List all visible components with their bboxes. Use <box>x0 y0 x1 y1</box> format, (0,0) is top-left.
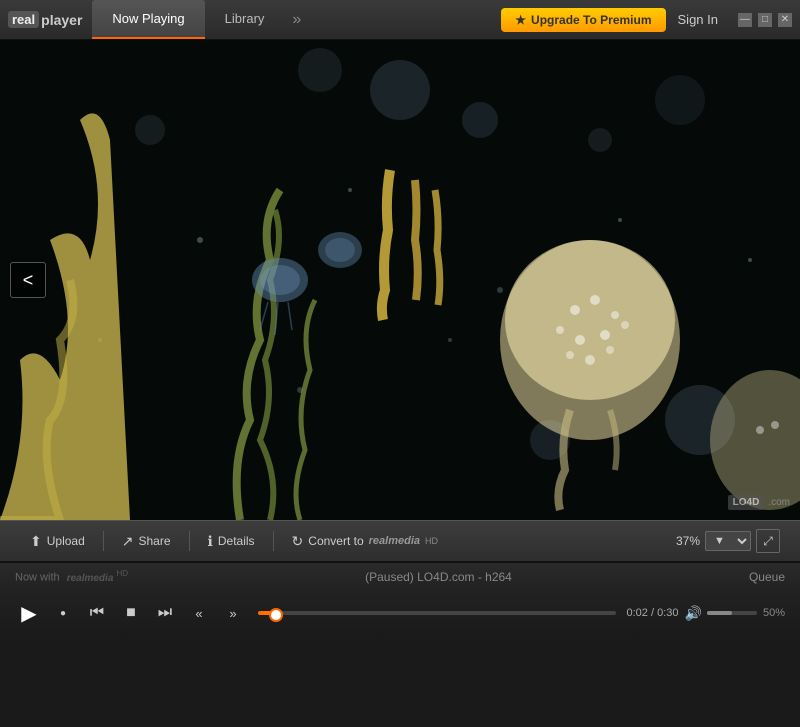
quality-percent: 37% <box>676 534 700 548</box>
details-button[interactable]: Details <box>198 529 265 554</box>
window-controls: — □ ✕ <box>738 13 792 27</box>
app-logo: real player <box>8 11 82 28</box>
details-label: Details <box>218 534 255 548</box>
upgrade-star: ★ <box>515 13 526 27</box>
convert-label: Convert to <box>308 534 363 548</box>
upload-label: Upload <box>47 534 85 548</box>
playlist-button[interactable]: ● <box>49 599 77 627</box>
nav-tabs: Now Playing Library <box>92 0 284 39</box>
quality-dropdown[interactable]: ▼ HD SD <box>705 531 751 551</box>
stop-button[interactable]: ■ <box>117 599 145 627</box>
watermark-text: .com <box>768 497 790 508</box>
upload-button[interactable]: Upload <box>20 529 95 554</box>
video-player[interactable]: < LO4D .com <box>0 40 800 520</box>
queue-button[interactable]: Queue <box>749 570 785 584</box>
quality-badge: 37% <box>676 534 700 548</box>
realmedia-status-label: realmedia <box>67 573 114 584</box>
convert-button[interactable]: Convert to realmedia HD <box>282 529 448 554</box>
logo-bracket-text: real <box>12 12 35 27</box>
time-display: 0:02 / 0:30 <box>627 607 679 619</box>
action-separator <box>103 531 104 551</box>
details-icon <box>208 533 213 550</box>
next-button[interactable]: ⏭ <box>151 599 179 627</box>
logo-text: player <box>41 12 82 28</box>
action-separator-2 <box>189 531 190 551</box>
upgrade-button[interactable]: ★ Upgrade To Premium <box>501 8 665 32</box>
controls-bar: ▶ ● ⏮ ■ ⏭ « » 0:02 / 0:30 🔊 50% <box>0 590 800 636</box>
volume-fill <box>707 611 732 615</box>
hd-convert-badge: HD <box>425 536 438 546</box>
share-label: Share <box>139 534 171 548</box>
lo4d-logo-badge: LO4D <box>728 495 765 510</box>
forward-button[interactable]: » <box>219 599 247 627</box>
convert-icon <box>292 533 304 550</box>
progress-container <box>258 611 616 615</box>
upload-icon <box>30 533 42 550</box>
action-bar: Upload Share Details Convert to realmedi… <box>0 520 800 562</box>
status-bar: Now with realmedia HD (Paused) LO4D.com … <box>0 562 800 590</box>
progress-fill <box>258 611 279 615</box>
volume-percent: 50% <box>763 607 785 619</box>
volume-section: 🔊 <box>685 605 757 622</box>
play-button[interactable]: ▶ <box>15 599 43 627</box>
action-separator-3 <box>273 531 274 551</box>
title-bar: real player Now Playing Library » ★ Upgr… <box>0 0 800 40</box>
tab-now-playing[interactable]: Now Playing <box>92 0 204 39</box>
nav-more-arrow[interactable]: » <box>284 11 309 29</box>
close-button[interactable]: ✕ <box>778 13 792 27</box>
now-with-label: Now with realmedia HD <box>15 569 128 584</box>
watermark: LO4D .com <box>728 495 790 510</box>
minimize-button[interactable]: — <box>738 13 752 27</box>
share-button[interactable]: Share <box>112 529 181 554</box>
volume-icon[interactable]: 🔊 <box>685 605 702 622</box>
tab-library[interactable]: Library <box>205 0 285 39</box>
progress-track[interactable] <box>258 611 616 615</box>
maximize-button[interactable]: □ <box>758 13 772 27</box>
sign-in-button[interactable]: Sign In <box>678 12 718 27</box>
previous-button[interactable]: ⏮ <box>83 599 111 627</box>
volume-track[interactable] <box>707 611 757 615</box>
rewind-button[interactable]: « <box>185 599 213 627</box>
upgrade-label: Upgrade To Premium <box>531 13 651 27</box>
realmedia-convert-label: realmedia <box>369 535 420 547</box>
hd-status-badge: HD <box>116 569 128 578</box>
logo-bracket: real <box>8 11 39 28</box>
share-icon <box>122 533 134 550</box>
playback-status: (Paused) LO4D.com - h264 <box>128 570 749 584</box>
previous-nav-button[interactable]: < <box>10 262 46 298</box>
fullscreen-button[interactable]: ⤢ <box>756 529 780 553</box>
video-frame <box>0 40 800 520</box>
